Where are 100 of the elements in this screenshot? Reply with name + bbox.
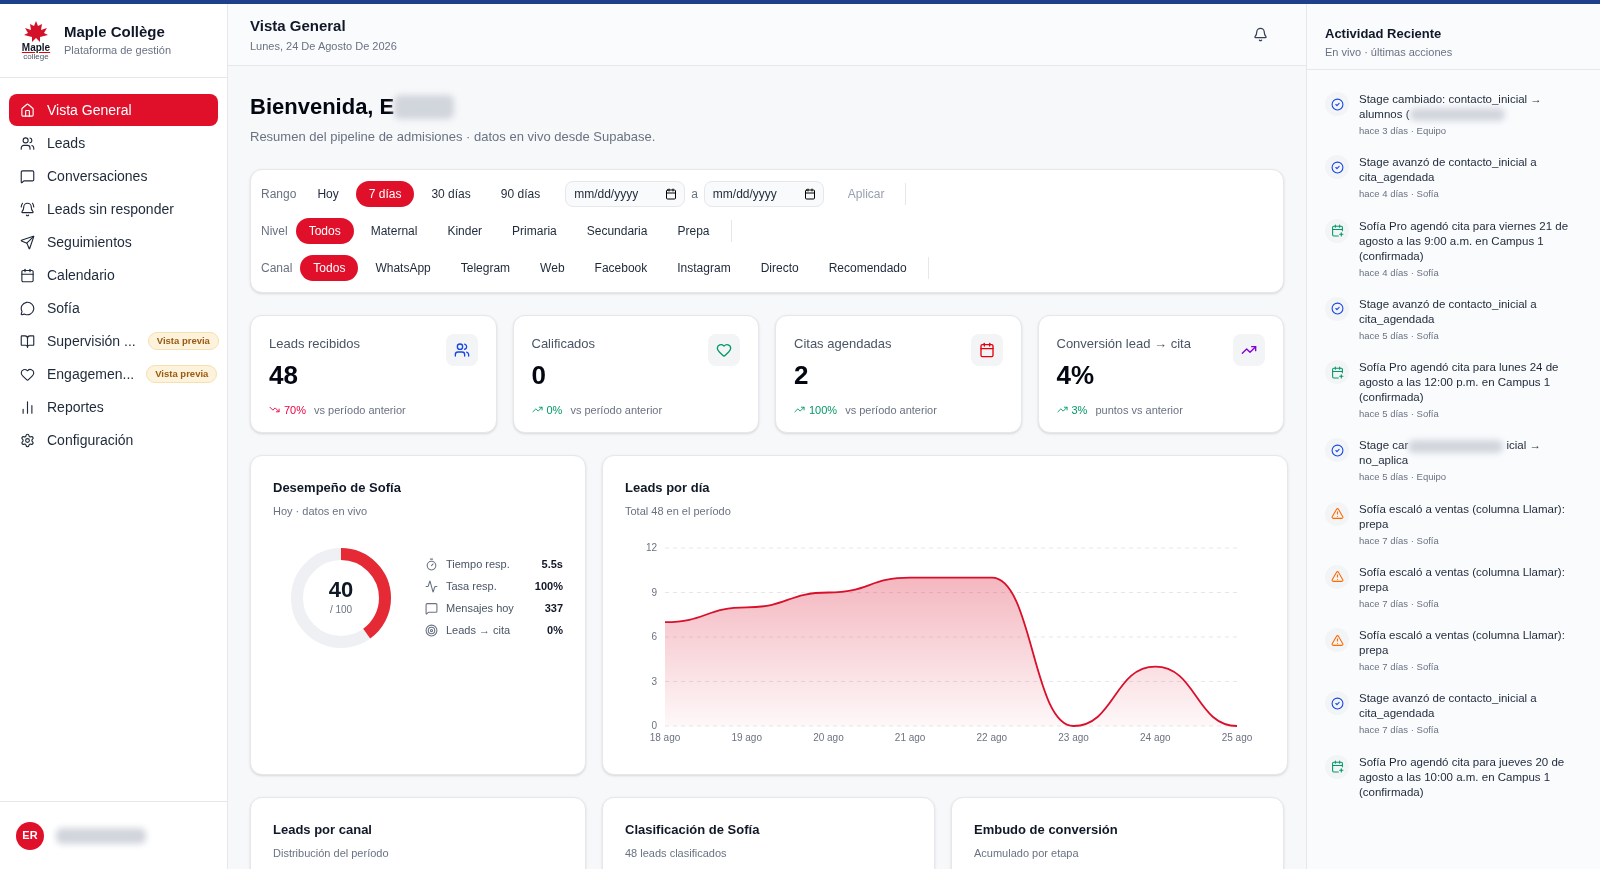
sidebar-item[interactable]: Engagemen... Vista previa bbox=[9, 358, 218, 390]
bar-chart-icon bbox=[20, 399, 35, 415]
activity-meta: hace 5 días · Equipo bbox=[1359, 470, 1448, 485]
warning-icon bbox=[1325, 564, 1349, 589]
sidebar-item[interactable]: Configuración bbox=[9, 424, 218, 456]
calendar-icon bbox=[970, 333, 1003, 366]
activity-meta: hace 7 días · Sofía bbox=[1359, 723, 1440, 738]
filter-chip[interactable]: Primaria bbox=[499, 217, 570, 244]
filter-chip[interactable]: Kinder bbox=[434, 217, 496, 244]
panel-title: Actividad Reciente bbox=[1325, 25, 1443, 43]
date-field[interactable]: mm/dd/yyyy bbox=[703, 180, 824, 207]
x-tick-label: 20 ago bbox=[813, 731, 844, 743]
filter-chip[interactable]: 30 días bbox=[418, 180, 484, 207]
notifications-icon[interactable] bbox=[1253, 27, 1268, 42]
y-tick-label: 3 bbox=[651, 675, 657, 686]
sidebar-item[interactable]: Leads sin responder bbox=[9, 193, 218, 225]
filter-chip[interactable]: WhatsApp bbox=[362, 254, 444, 281]
x-tick-label: 18 ago bbox=[649, 731, 681, 743]
user-avatar[interactable]: ER bbox=[16, 821, 44, 850]
kpi-label: Conversión lead → cita bbox=[1056, 334, 1191, 353]
filter-chip[interactable]: Directo bbox=[747, 254, 812, 281]
stat-label: Leads → cita bbox=[446, 623, 511, 639]
welcome-title: Bienvenida, E bbox=[250, 93, 395, 121]
filter-chip[interactable]: Maternal bbox=[357, 217, 431, 244]
activity-meta: hace 7 días · Sofía bbox=[1359, 596, 1440, 611]
y-tick-label: 0 bbox=[651, 719, 657, 731]
sidebar-item[interactable]: Sofía bbox=[9, 292, 218, 324]
panel-subtitle: En vivo · últimas acciones bbox=[1325, 44, 1454, 60]
y-tick-label: 12 bbox=[645, 541, 657, 553]
activity-text: Sofía escaló a ventas (columna Llamar): prepa bbox=[1359, 501, 1566, 532]
sidebar-item[interactable]: Leads bbox=[9, 127, 218, 159]
pulse-icon bbox=[425, 580, 438, 593]
activity-meta: hace 4 días · Sofía bbox=[1359, 265, 1440, 280]
preview-badge: Vista previa bbox=[146, 364, 218, 384]
kpi-value: 48 bbox=[269, 361, 298, 388]
card-title: Clasificación de Sofía bbox=[625, 820, 761, 839]
bell-icon bbox=[20, 201, 35, 217]
filter-chip[interactable]: Telegram bbox=[447, 254, 524, 281]
home-icon bbox=[20, 102, 35, 118]
filter-label: Rango bbox=[261, 185, 297, 203]
filter-chip[interactable]: Todos bbox=[295, 217, 354, 244]
filter-chip[interactable]: 90 días bbox=[487, 180, 554, 207]
card-subtitle: 48 leads clasificados bbox=[625, 846, 728, 861]
activity-meta: hace 5 días · Sofía bbox=[1359, 328, 1440, 343]
date-field[interactable]: mm/dd/yyyy bbox=[565, 180, 686, 207]
filter-chip[interactable]: Instagram bbox=[664, 254, 744, 281]
message-icon bbox=[20, 168, 35, 184]
kpi-note: puntos vs anterior bbox=[1095, 402, 1183, 418]
filter-chip[interactable]: Hoy bbox=[304, 180, 352, 207]
score-value: 40 bbox=[328, 578, 354, 602]
kpi-note: vs período anterior bbox=[314, 402, 406, 418]
activity-text: Sofía Pro agendó cita para lunes 24 de agosto a las 12:00 p.m. en Campus 1 (confirmada) bbox=[1359, 360, 1560, 405]
filter-chip[interactable]: 7 días bbox=[355, 180, 415, 207]
stat-value: 0% bbox=[547, 623, 563, 639]
kpi-value: 4% bbox=[1056, 361, 1095, 388]
book-icon bbox=[20, 333, 35, 349]
filter-chip[interactable]: Web bbox=[527, 254, 578, 281]
settings-icon bbox=[20, 432, 35, 448]
stat-value: 100% bbox=[534, 579, 563, 595]
x-tick-label: 19 ago bbox=[731, 731, 762, 743]
kpi-change: 0% bbox=[546, 402, 563, 418]
x-tick-label: 24 ago bbox=[1140, 731, 1171, 743]
filter-chip[interactable]: Recomendado bbox=[815, 254, 920, 281]
sidebar-item[interactable]: Reportes bbox=[9, 391, 218, 423]
sidebar-item[interactable]: Conversaciones bbox=[9, 160, 218, 192]
redaction-blur bbox=[394, 94, 455, 119]
stat-label: Tiempo resp. bbox=[446, 557, 510, 573]
filter-chip[interactable]: Facebook bbox=[581, 254, 661, 281]
card-title: Embudo de conversión bbox=[974, 820, 1119, 839]
sidebar-item[interactable]: Supervisión ... Vista previa bbox=[9, 325, 218, 357]
activity-text: Sofía escaló a ventas (columna Llamar): prepa bbox=[1359, 628, 1566, 658]
sidebar-item[interactable]: Calendario bbox=[9, 259, 218, 291]
card-subtitle: Acumulado por etapa bbox=[974, 846, 1080, 861]
heart-icon bbox=[20, 366, 35, 382]
send-icon bbox=[20, 234, 35, 250]
activity-text: Stage cambiado: contacto_inicial → alumnos ( bbox=[1359, 92, 1543, 122]
card-title: Leads por día bbox=[625, 478, 711, 497]
activity-text: Stage avanzó de contacto_inicial a cita_agendada bbox=[1359, 296, 1538, 327]
filter-label: Nivel bbox=[261, 222, 288, 240]
brand-tagline: Plataforma de gestión bbox=[64, 43, 171, 59]
calendar-icon bbox=[20, 267, 35, 283]
welcome-subtitle: Resumen del pipeline de admisiones · datos en vivo desde Supabase. bbox=[250, 128, 657, 146]
activity-text: Stage avanzó de contacto_inicial a cita_agendada bbox=[1359, 155, 1538, 186]
stat-value: 5.5s bbox=[541, 557, 563, 573]
activity-text: Sofía escaló a ventas (columna Llamar): prepa bbox=[1359, 564, 1566, 595]
kpi-value: 2 bbox=[794, 361, 809, 388]
kpi-change: 3% bbox=[1071, 402, 1088, 418]
kpi-change: 70% bbox=[284, 402, 307, 418]
preview-badge: Vista previa bbox=[147, 331, 219, 351]
filter-chip[interactable]: Todos bbox=[300, 254, 359, 281]
x-tick-label: 21 ago bbox=[894, 731, 926, 743]
sidebar-item[interactable]: Seguimientos bbox=[9, 226, 218, 258]
filter-chip[interactable]: Secundaria bbox=[573, 217, 661, 244]
kpi-label: Calificados bbox=[531, 334, 596, 353]
stat-label: Mensajes hoy bbox=[446, 601, 514, 617]
warning-icon bbox=[1325, 501, 1349, 526]
filter-chip[interactable]: Prepa bbox=[664, 217, 723, 244]
timer-icon bbox=[425, 558, 438, 571]
sidebar-item[interactable]: Vista General bbox=[9, 94, 218, 126]
activity-text: Stage car icial → no_aplica bbox=[1359, 438, 1542, 469]
